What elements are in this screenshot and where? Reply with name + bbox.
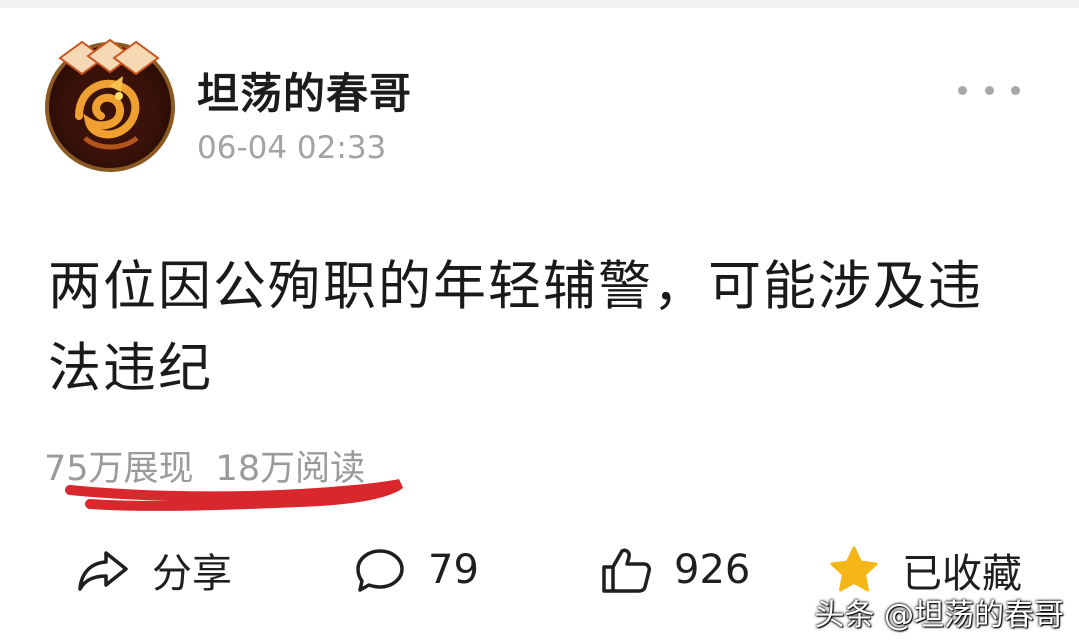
- creator-badge: [58, 38, 160, 76]
- dot-icon: [1011, 85, 1020, 95]
- share-button[interactable]: 分享: [76, 540, 232, 600]
- comment-count: 79: [428, 547, 479, 593]
- dot-icon: [958, 85, 967, 95]
- comment-icon: [356, 549, 404, 592]
- author-name[interactable]: 坦荡的春哥: [197, 60, 412, 121]
- like-button[interactable]: 926: [600, 540, 750, 600]
- comment-button[interactable]: 79: [354, 540, 479, 600]
- like-count: 926: [674, 547, 751, 593]
- thumbs-up-icon: [602, 548, 651, 593]
- watermark: 头条 @坦荡的春哥: [814, 598, 1064, 633]
- more-options-button[interactable]: [958, 80, 1020, 100]
- post-time: 06-04 02:33: [197, 130, 387, 166]
- post-text[interactable]: 两位因公殉职的年轻辅警，可能涉及违法违纪: [48, 246, 1028, 410]
- top-strip: [0, 0, 1079, 8]
- dot-icon: [984, 85, 994, 95]
- red-underline-annotation: [65, 479, 404, 511]
- star-icon: [830, 546, 878, 592]
- share-icon: [78, 551, 128, 591]
- share-label: 分享: [152, 551, 232, 597]
